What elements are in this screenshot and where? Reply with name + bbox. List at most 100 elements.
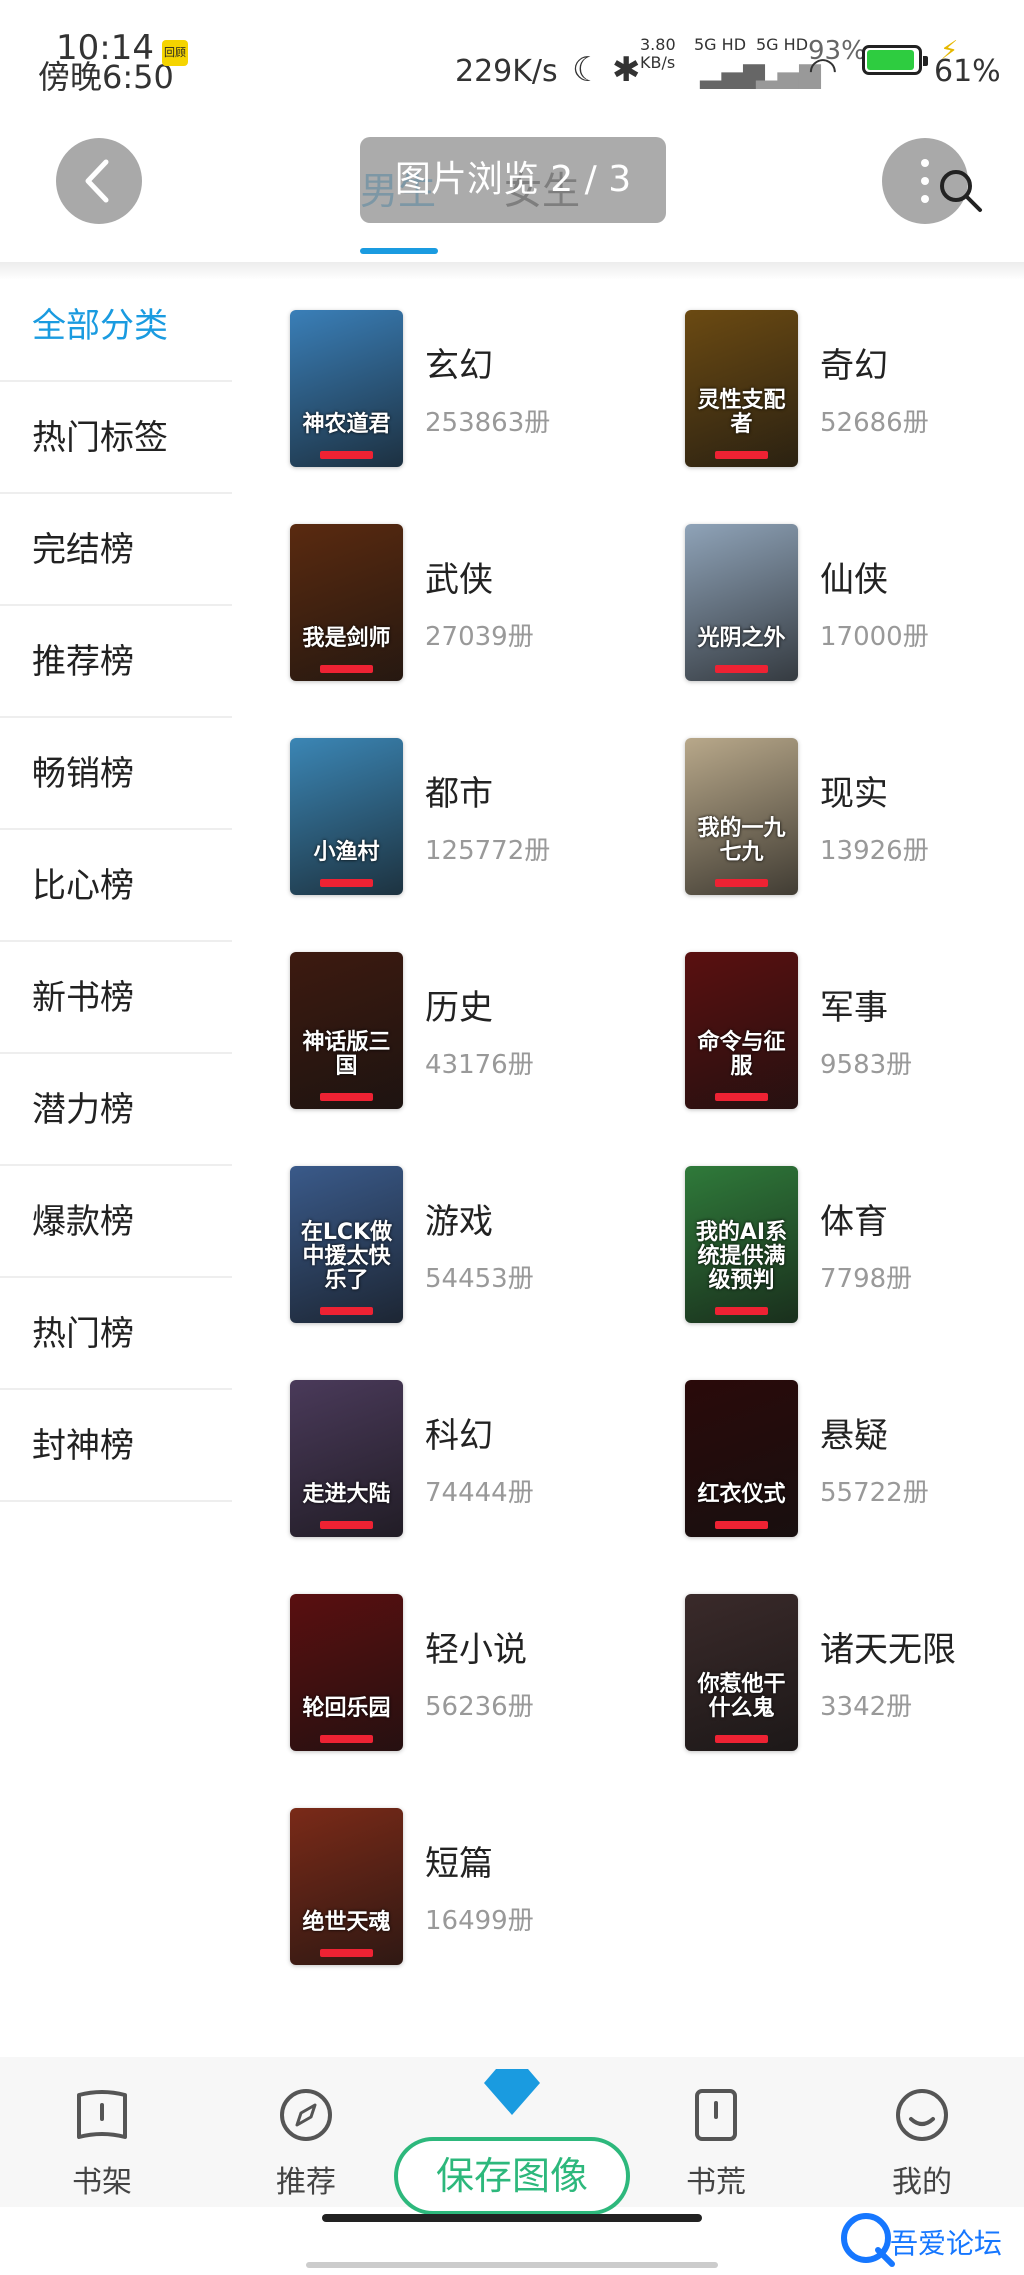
sidebar-item[interactable]: 完结榜 <box>0 494 232 606</box>
category-item[interactable]: 神农道君 玄幻 253863册 <box>290 310 685 467</box>
sidebar-item[interactable]: 畅销榜 <box>0 718 232 830</box>
book-cover: 红衣仪式 <box>685 1380 798 1537</box>
sidebar-item[interactable]: 比心榜 <box>0 830 232 942</box>
publisher-logo <box>715 879 768 887</box>
book-cover: 小渔村 <box>290 738 403 895</box>
compass-icon <box>280 2089 332 2141</box>
category-book-count: 27039册 <box>425 622 534 652</box>
diamond-icon[interactable] <box>484 2067 540 2117</box>
category-book-count: 54453册 <box>425 1264 534 1294</box>
sidebar-item[interactable]: 新书榜 <box>0 942 232 1054</box>
cover-title: 命令与征服 <box>697 1030 786 1079</box>
save-image-button[interactable]: 保存图像 <box>394 2137 630 2215</box>
back-button[interactable] <box>56 138 142 224</box>
home-indicator[interactable] <box>322 2214 702 2222</box>
cover-title: 神话版三国 <box>302 1030 391 1079</box>
category-grid: 神农道君 玄幻 253863册 灵性支配者 奇幻 52686册 我是剑师 武侠 27039册 光阴… <box>290 310 1010 1965</box>
nav-label-recommend: 推荐 <box>276 2165 336 2200</box>
category-item[interactable]: 我是剑师 武侠 27039册 <box>290 524 685 681</box>
publisher-logo <box>715 451 768 459</box>
cover-title: 走进大陆 <box>302 1482 391 1507</box>
category-item[interactable]: 红衣仪式 悬疑 55722册 <box>685 1380 1005 1537</box>
publisher-logo <box>320 1307 373 1315</box>
category-item[interactable]: 轮回乐园 轻小说 56236册 <box>290 1594 685 1751</box>
sidebar-item[interactable]: 爆款榜 <box>0 1166 232 1278</box>
sidebar-item[interactable]: 热门榜 <box>0 1278 232 1390</box>
publisher-logo <box>320 1735 373 1743</box>
cover-title: 我的一九七九 <box>697 816 786 865</box>
nav-item-recommend[interactable]: 推荐 <box>246 2087 366 2201</box>
status-badge: 回顾 <box>162 40 188 66</box>
category-name: 玄幻 <box>425 346 493 386</box>
category-item[interactable]: 我的AI系统提供满级预判 体育 7798册 <box>685 1166 1005 1323</box>
publisher-logo <box>715 665 768 673</box>
category-name: 体育 <box>820 1202 888 1242</box>
nav-label-bookshelf: 书架 <box>72 2165 132 2200</box>
nav-item-book-shortage[interactable]: 书荒 <box>656 2087 776 2201</box>
signal-label-b: 5G HD <box>756 35 809 54</box>
publisher-logo <box>320 665 373 673</box>
category-book-count: 16499册 <box>425 1906 534 1936</box>
nav-item-mine[interactable]: 我的 <box>862 2087 982 2201</box>
category-name: 历史 <box>425 988 493 1028</box>
publisher-logo <box>320 1093 373 1101</box>
cover-title: 我是剑师 <box>302 626 391 651</box>
book-cover: 绝世天魂 <box>290 1808 403 1965</box>
category-item[interactable]: 光阴之外 仙侠 17000册 <box>685 524 1005 681</box>
watermark-text: 吾爱论坛 <box>890 2227 1003 2260</box>
category-item[interactable]: 神话版三国 历史 43176册 <box>290 952 685 1109</box>
category-item[interactable]: 我的一九七九 现实 13926册 <box>685 738 1005 895</box>
publisher-logo <box>320 1949 373 1957</box>
watermark: 吾爱论坛 <box>838 2208 1018 2268</box>
category-book-count: 55722册 <box>820 1478 929 1508</box>
category-item[interactable]: 在LCK做中援太快乐了 游戏 54453册 <box>290 1166 685 1323</box>
cover-title: 光阴之外 <box>697 626 786 651</box>
battery-percent-a: 93% <box>808 36 866 66</box>
category-name: 悬疑 <box>820 1416 888 1456</box>
category-item[interactable]: 绝世天魂 短篇 16499册 <box>290 1808 685 1965</box>
category-name: 短篇 <box>425 1844 493 1884</box>
image-viewer-counter: 图片浏览 2 / 3 <box>360 137 666 223</box>
book-cover: 神话版三国 <box>290 952 403 1109</box>
sidebar-item[interactable]: 潜力榜 <box>0 1054 232 1166</box>
cover-title: 在LCK做中援太快乐了 <box>300 1220 393 1293</box>
publisher-logo <box>715 1521 768 1529</box>
cover-title: 你惹他干什么鬼 <box>697 1672 786 1721</box>
tab-indicator <box>360 248 438 254</box>
net-small-value: 3.80 <box>640 35 676 54</box>
book-alert-icon <box>695 2089 737 2141</box>
category-book-count: 125772册 <box>425 836 551 866</box>
cover-title: 红衣仪式 <box>697 1482 786 1507</box>
publisher-logo <box>715 1735 768 1743</box>
top-header: 男生 女生 图片浏览 2 / 3 <box>0 120 1024 265</box>
category-sidebar: 全部分类 热门标签 完结榜 推荐榜 畅销榜 比心榜 新书榜 潜力榜 爆款榜 热门榜 封神榜 <box>0 270 232 1502</box>
category-book-count: 13926册 <box>820 836 929 866</box>
battery-percent-b: 61% <box>934 54 1001 89</box>
smile-icon <box>896 2089 948 2141</box>
book-cover: 在LCK做中援太快乐了 <box>290 1166 403 1323</box>
book-cover: 我的AI系统提供满级预判 <box>685 1166 798 1323</box>
status-bar: 10:14 傍晚6:50 回顾 229K/s ☾ ✱ 3.80 KB/s 5G … <box>0 0 1024 120</box>
category-book-count: 52686册 <box>820 408 929 438</box>
status-time-b: 傍晚6:50 <box>38 58 174 96</box>
net-speed: 229K/s <box>455 54 558 89</box>
book-cover: 命令与征服 <box>685 952 798 1109</box>
forum-logo-icon <box>841 2213 895 2267</box>
category-item[interactable]: 灵性支配者 奇幻 52686册 <box>685 310 1005 467</box>
publisher-logo <box>320 451 373 459</box>
category-item[interactable]: 走进大陆 科幻 74444册 <box>290 1380 685 1537</box>
category-item[interactable]: 你惹他干什么鬼 诸天无限 3342册 <box>685 1594 1005 1751</box>
book-cover: 我的一九七九 <box>685 738 798 895</box>
sidebar-item[interactable]: 热门标签 <box>0 382 232 494</box>
net-small-unit: KB/s <box>640 53 676 72</box>
sidebar-item[interactable]: 推荐榜 <box>0 606 232 718</box>
category-item[interactable]: 小渔村 都市 125772册 <box>290 738 685 895</box>
sidebar-item[interactable]: 封神榜 <box>0 1390 232 1502</box>
cover-title: 灵性支配者 <box>697 388 786 437</box>
search-icon[interactable] <box>932 162 988 218</box>
signal-icon: ▂▄▆ <box>700 56 765 89</box>
category-item[interactable]: 命令与征服 军事 9583册 <box>685 952 1005 1109</box>
nav-item-bookshelf[interactable]: 书架 <box>42 2087 162 2201</box>
sidebar-item[interactable]: 全部分类 <box>0 270 232 382</box>
signal-label-a: 5G HD <box>694 35 747 54</box>
